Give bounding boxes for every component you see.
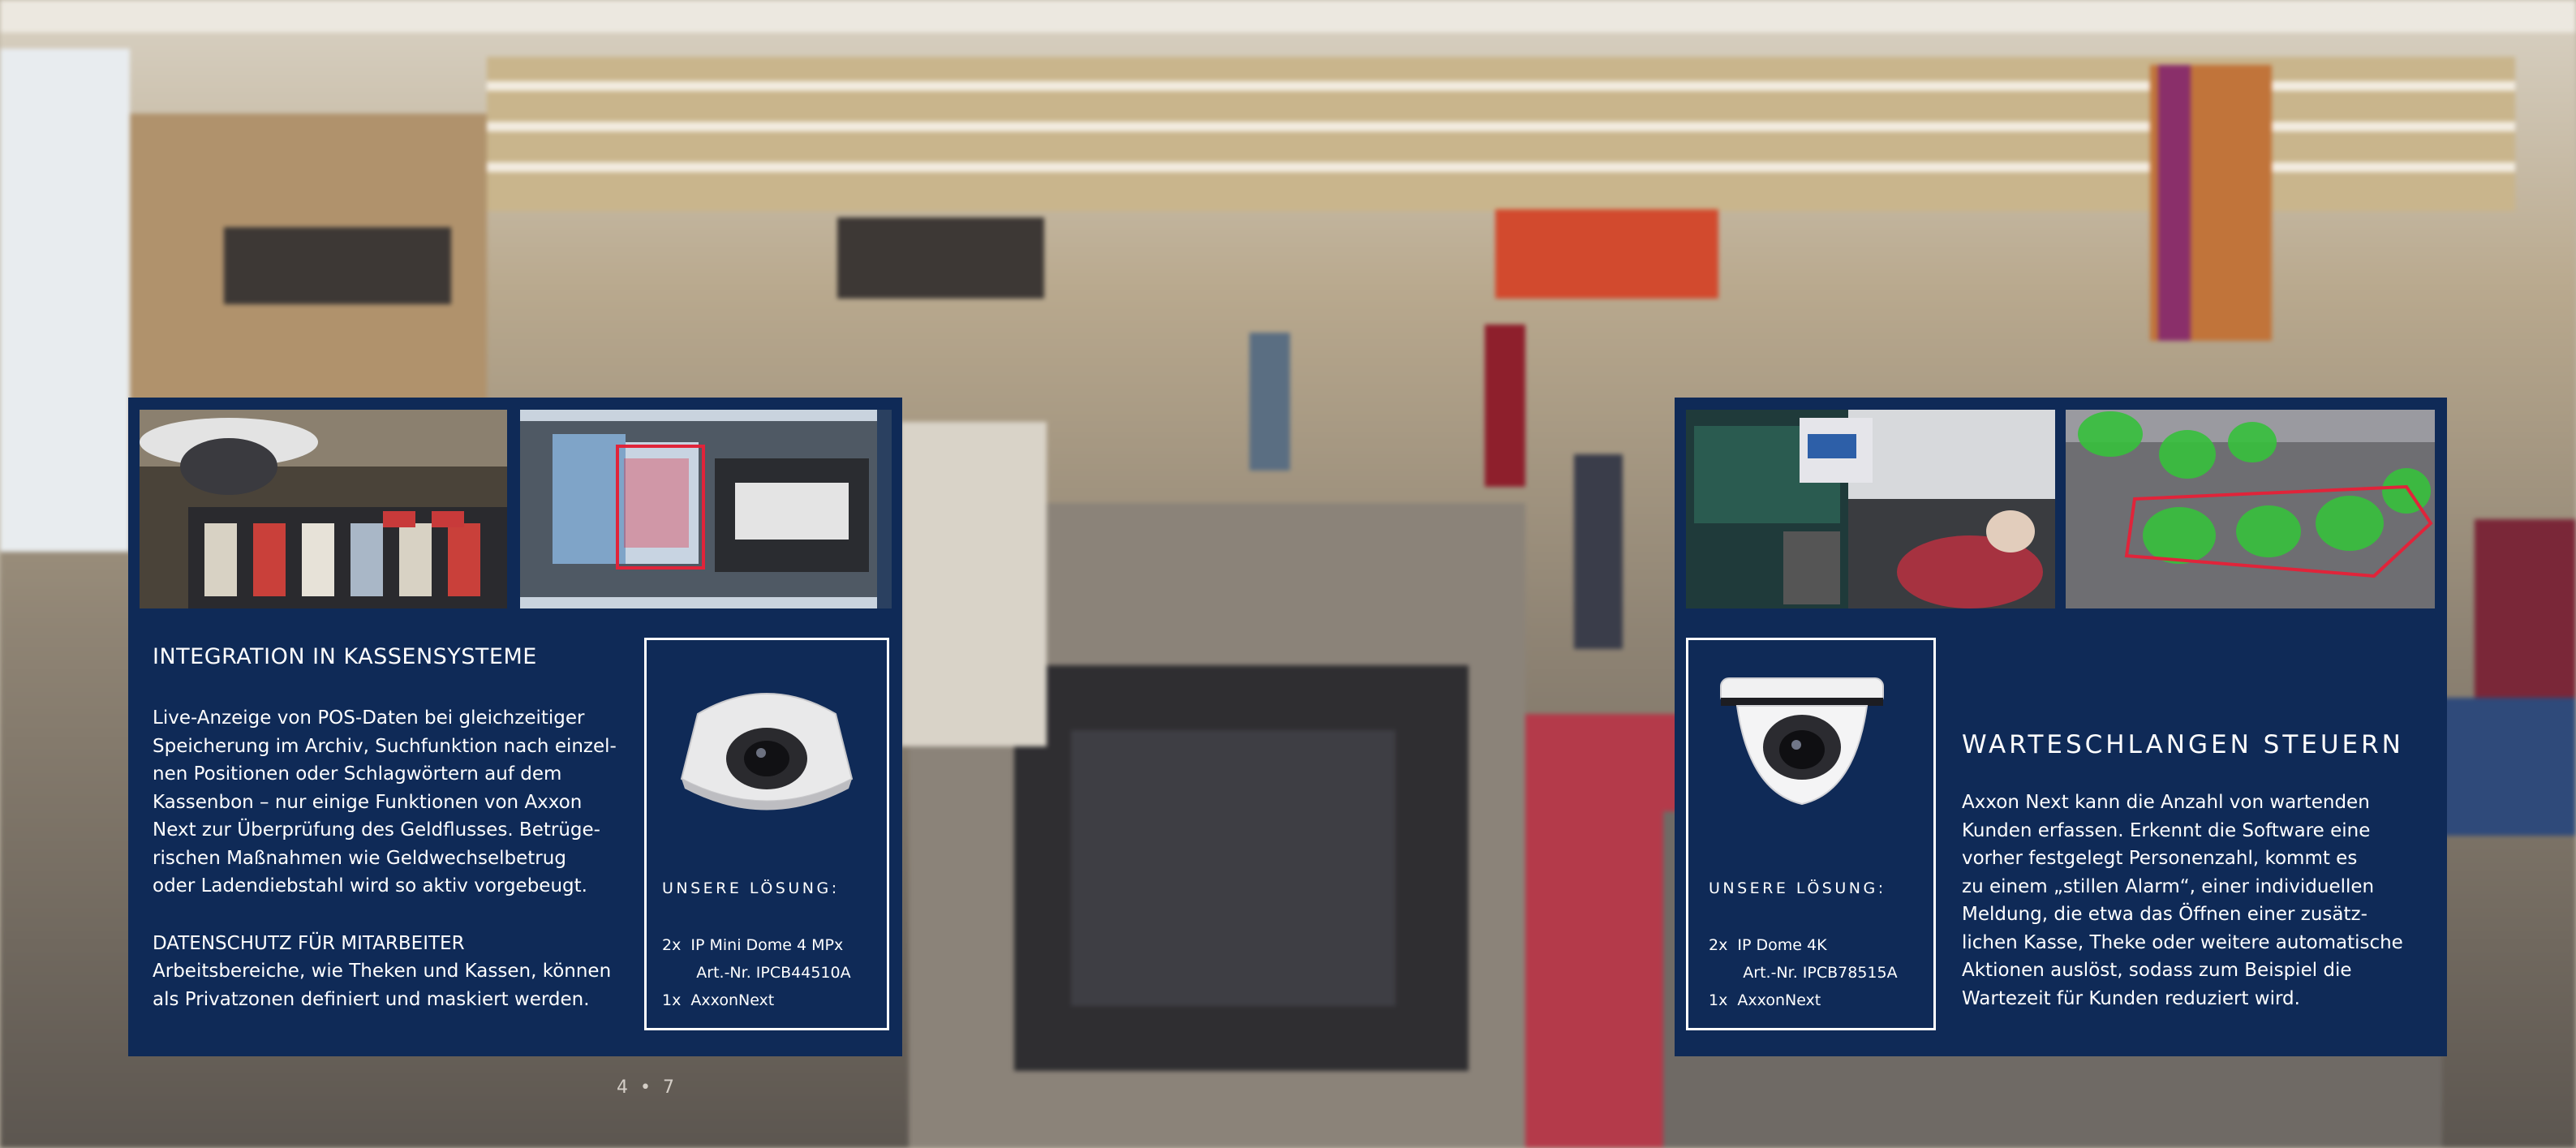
page-numbers: 4 • 7 bbox=[617, 1077, 677, 1098]
left-solution-line-3: 1x AxxonNext bbox=[662, 991, 775, 1009]
mini-dome-camera-icon bbox=[673, 681, 860, 819]
right-panel-title: WARTESCHLANGEN STEUERN bbox=[1962, 730, 2404, 759]
left-panel-title: INTEGRATION IN KASSENSYSTEME bbox=[153, 644, 537, 669]
left-solution-line-2: Art.-Nr. IPCB44510A bbox=[662, 964, 851, 982]
pos-camera-thumbnail bbox=[520, 410, 892, 608]
left-solution-line-1: 2x IP Mini Dome 4 MPx bbox=[662, 936, 844, 954]
right-solution-line-1: 2x IP Dome 4K bbox=[1709, 936, 1827, 954]
left-panel-subtitle: DATENSCHUTZ FÜR MITARBEITER bbox=[153, 933, 465, 954]
queue-detection-thumbnail bbox=[2066, 410, 2435, 608]
right-solution-label: UNSERE LÖSUNG: bbox=[1709, 879, 1886, 897]
left-solution-label: UNSERE LÖSUNG: bbox=[662, 879, 840, 897]
dome-4k-camera-icon bbox=[1717, 670, 1887, 832]
right-panel-body: Axxon Next kann die Anzahl von wartenden… bbox=[1962, 792, 2403, 1009]
store-camera-thumbnail bbox=[140, 410, 507, 608]
right-solution-line-3: 1x AxxonNext bbox=[1709, 991, 1821, 1009]
left-panel-subbody: Arbeitsbereiche, wie Theken und Kassen, … bbox=[153, 961, 612, 1010]
right-solution-line-2: Art.-Nr. IPCB78515A bbox=[1709, 964, 1898, 982]
checkout-camera-thumbnail bbox=[1686, 410, 2055, 608]
left-panel-body: Live-Anzeige von POS-Daten bei gleichzei… bbox=[153, 707, 617, 896]
